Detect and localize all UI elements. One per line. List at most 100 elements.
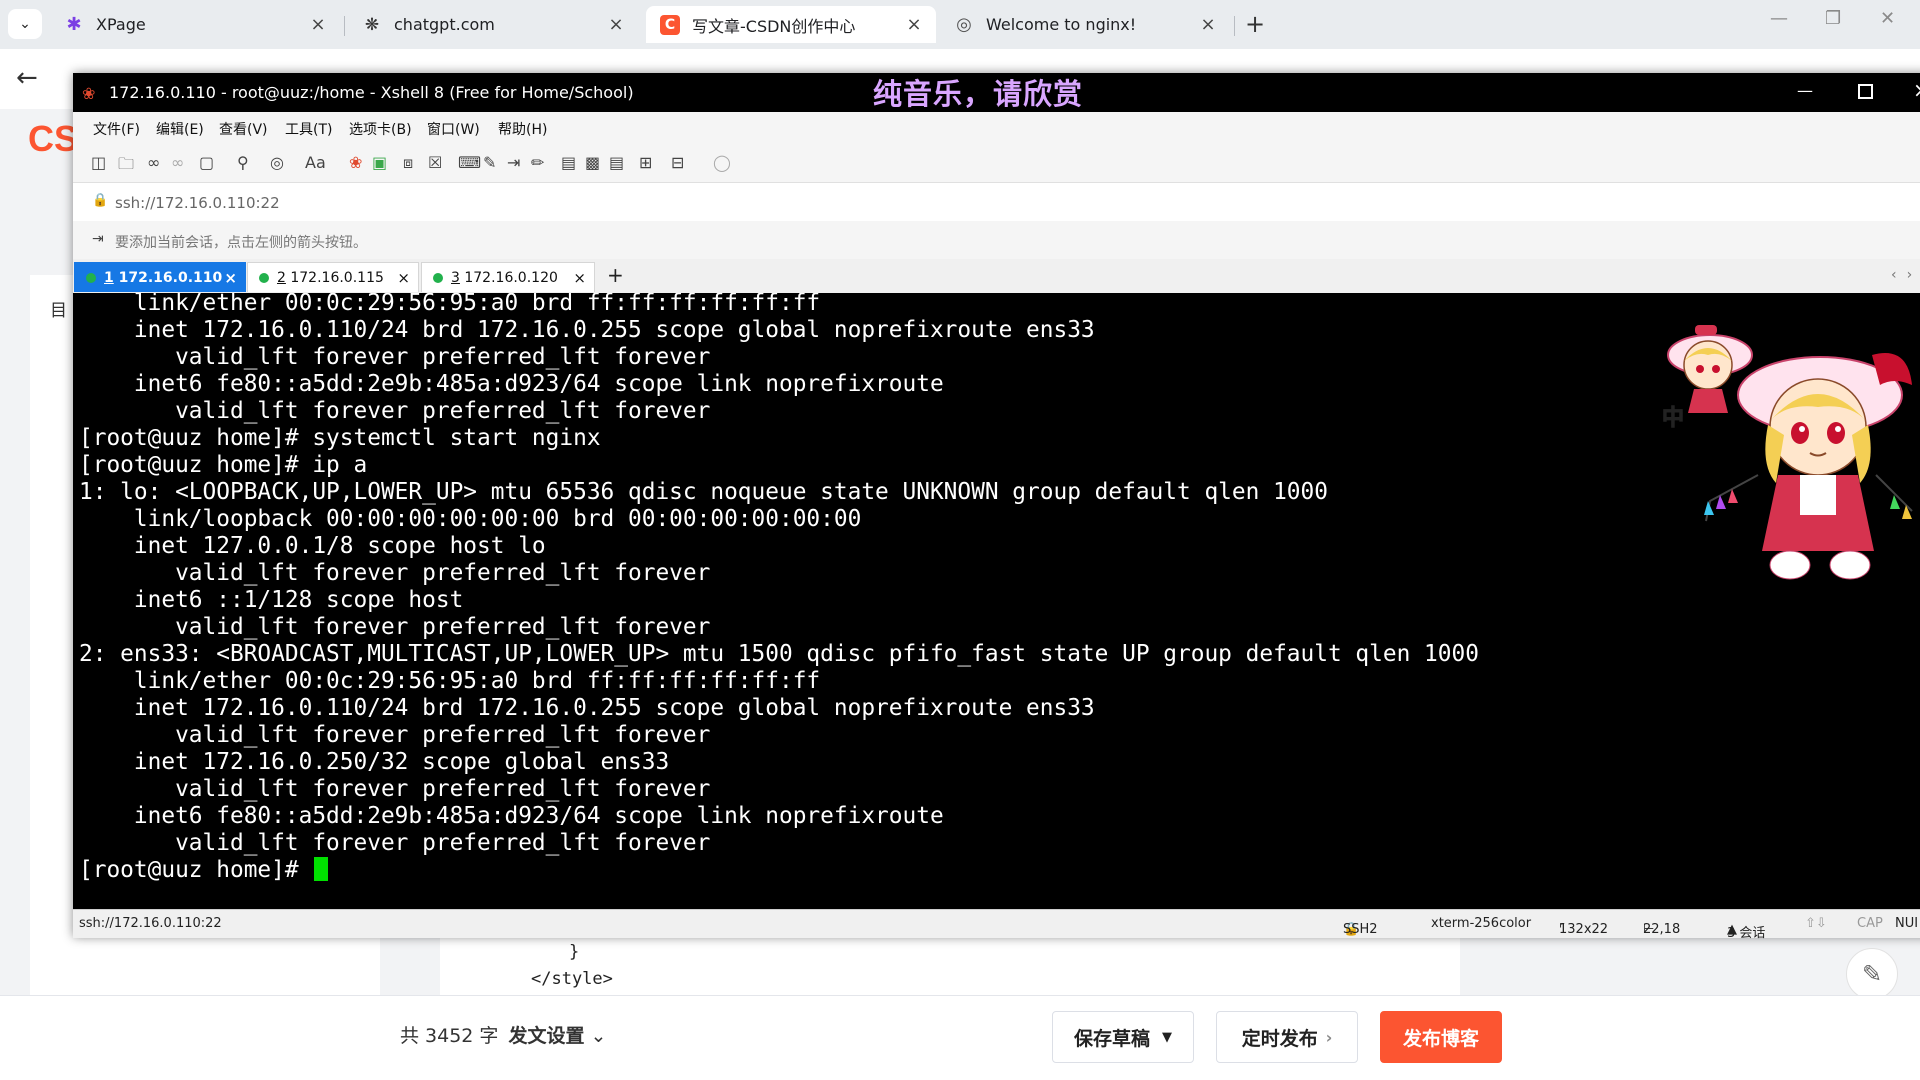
lock-icon: 🔒 xyxy=(92,193,109,208)
session-tab-strip: 1 172.16.0.110 × 2 172.16.0.115 × 3 172.… xyxy=(73,259,1920,293)
fullscreen-icon[interactable]: ⧈ xyxy=(403,153,413,173)
status-terminal-type: xterm-256color xyxy=(1431,916,1532,931)
terminal-line: [root@uuz home]# systemctl start nginx xyxy=(79,425,601,451)
status-bar: ssh://172.16.0.110:22 🔒 SSH2 xterm-256col… xyxy=(73,909,1920,941)
lock-icon[interactable]: ☒ xyxy=(428,153,442,172)
close-icon[interactable]: × xyxy=(573,269,586,287)
session-tab-label: 1 172.16.0.110 xyxy=(104,269,223,286)
large-character-icon xyxy=(1704,353,1913,580)
terminal-line: inet 127.0.0.1/8 scope host lo xyxy=(79,533,546,559)
terminal-line: valid_lft forever preferred_lft forever xyxy=(79,560,711,586)
new-session-icon[interactable]: ◫ xyxy=(91,153,106,172)
minimize-icon[interactable]: — xyxy=(1770,8,1788,29)
session-tab-label: 3 172.16.0.120 xyxy=(451,269,558,286)
toc-label: 目 xyxy=(50,301,67,321)
layout-icon[interactable]: ⊟ xyxy=(671,153,684,172)
notes-icon[interactable]: ▤ xyxy=(609,153,624,172)
session-address-bar[interactable]: 🔒 ssh://172.16.0.110:22 xyxy=(73,183,1920,222)
add-pane-icon[interactable]: ⊞ xyxy=(639,153,652,172)
upload-download-icon: ⇧⇩ xyxy=(1805,916,1827,931)
xftp-icon[interactable]: ▣ xyxy=(372,153,387,172)
publish-settings-link[interactable]: 发文设置 xyxy=(508,1025,584,1047)
browser-tab-nginx[interactable]: ◎ Welcome to nginx! × xyxy=(940,6,1230,43)
close-icon[interactable]: × xyxy=(1198,14,1218,35)
print-icon[interactable]: ▩ xyxy=(585,153,600,172)
transfer-icon[interactable]: ⇥ xyxy=(507,153,520,172)
keyboard-icon[interactable]: ⌨ xyxy=(458,153,481,172)
schedule-publish-button[interactable]: 定时发布 › xyxy=(1216,1011,1358,1063)
save-draft-button[interactable]: 保存草稿 ▼ xyxy=(1052,1011,1194,1063)
script-icon[interactable]: ✏ xyxy=(531,153,544,172)
terminal-line: inet6 fe80::a5dd:2e9b:485a:d923/64 scope… xyxy=(79,371,944,397)
chevron-right-icon: › xyxy=(1325,1027,1333,1047)
browser-tab-label: chatgpt.com xyxy=(394,15,495,34)
window-title: 172.16.0.110 - root@uuz:/home - Xshell 8… xyxy=(109,83,634,102)
open-folder-icon[interactable]: 🗀 xyxy=(118,153,134,180)
desktop-pet-character[interactable]: 中 xyxy=(1650,315,1920,605)
publish-button[interactable]: 发布博客 xyxy=(1380,1011,1502,1063)
close-icon[interactable]: × xyxy=(397,269,410,287)
link-icon[interactable]: ∞ xyxy=(147,153,160,172)
tab-list-button[interactable]: ⌄ xyxy=(8,9,42,39)
menu-help[interactable]: 帮助(H) xyxy=(498,119,547,139)
xshell-window: ❀ 172.16.0.110 - root@uuz:/home - Xshell… xyxy=(73,73,1920,941)
compose-icon[interactable]: ✎ xyxy=(483,153,496,172)
menu-file[interactable]: 文件(F) xyxy=(93,119,140,139)
csdn-logo[interactable]: CS xyxy=(28,118,78,160)
restore-icon[interactable]: ❐ xyxy=(1825,8,1841,29)
globe-icon[interactable]: ◎ xyxy=(270,153,284,172)
session-tab-2[interactable]: 2 172.16.0.115 × xyxy=(247,262,419,292)
terminal-line: 1: lo: <LOOPBACK,UP,LOWER_UP> mtu 65536 … xyxy=(79,479,1328,505)
close-icon[interactable]: × xyxy=(308,14,328,35)
menu-tabs[interactable]: 选项卡(B) xyxy=(349,119,412,139)
add-session-arrow-icon[interactable]: ⇥ xyxy=(92,231,104,247)
unlink-icon[interactable]: ∞ xyxy=(171,153,184,172)
menu-edit[interactable]: 编辑(E) xyxy=(156,119,204,139)
terminal-line: link/loopback 00:00:00:00:00:00 brd 00:0… xyxy=(79,506,862,532)
menu-bar: 文件(F) 编辑(E) 查看(V) 工具(T) 选项卡(B) 窗口(W) 帮助(… xyxy=(73,112,1920,144)
font-icon[interactable]: Aa xyxy=(305,153,326,172)
chevron-down-icon: ⌄ xyxy=(19,16,31,32)
window-icon[interactable]: ▢ xyxy=(199,153,214,172)
chat-icon[interactable]: ◯ xyxy=(713,153,731,172)
back-arrow-icon[interactable]: ← xyxy=(16,63,38,93)
search-icon[interactable]: ⚲ xyxy=(237,153,249,172)
session-tab-3[interactable]: 3 172.16.0.120 × xyxy=(421,262,595,292)
xshell-icon[interactable]: ❀ xyxy=(349,153,362,172)
browser-tab-chatgpt[interactable]: ❋ chatgpt.com × xyxy=(348,6,638,43)
maximize-icon[interactable] xyxy=(1858,84,1873,99)
menu-view[interactable]: 查看(V) xyxy=(219,119,268,139)
terminal[interactable]: link/ether 00:0c:29:56:95:a0 brd ff:ff:f… xyxy=(73,293,1920,909)
word-count: 共 3452 字发文设置 ⌄ xyxy=(400,1021,606,1048)
menu-window[interactable]: 窗口(W) xyxy=(427,119,480,139)
browser-tab-csdn[interactable]: C 写文章-CSDN创作中心 × xyxy=(646,6,936,43)
status-caps: CAP xyxy=(1857,916,1883,931)
close-icon[interactable]: × xyxy=(606,14,626,35)
music-banner: 纯音乐，请欣赏 xyxy=(873,77,1084,111)
globe-icon: ◎ xyxy=(956,14,972,35)
close-icon[interactable]: × xyxy=(904,14,924,35)
article-editor[interactable] xyxy=(440,930,1460,1000)
tab-scroll-arrows-icon[interactable]: ‹› xyxy=(1891,267,1920,283)
close-icon[interactable]: × xyxy=(224,269,237,287)
terminal-line: 2: ens33: <BROADCAST,MULTICAST,UP,LOWER_… xyxy=(79,641,1479,667)
terminal-line: inet 172.16.0.110/24 brd 172.16.0.255 sc… xyxy=(79,695,1095,721)
toolbar: ◫ 🗀 ∞ ∞ ▢ ⚲ ◎ Aa ❀ ▣ ⧈ ☒ ⌨ ✎ ⇥ ✏ ▤ ▩ ▤ ⊞… xyxy=(73,144,1920,183)
publish-footer xyxy=(0,995,1920,1080)
session-tab-1[interactable]: 1 172.16.0.110 × xyxy=(74,262,246,292)
minimize-icon[interactable]: — xyxy=(1797,81,1813,100)
tab-separator xyxy=(1234,16,1235,36)
new-tab-button[interactable]: + xyxy=(1245,10,1265,38)
new-session-tab-button[interactable]: + xyxy=(607,263,624,287)
terminal-line: inet 172.16.0.250/32 scope global ens33 xyxy=(79,749,670,775)
connected-status-icon xyxy=(259,272,269,283)
session-url: ssh://172.16.0.110:22 xyxy=(115,194,280,212)
close-window-icon[interactable]: ✕ xyxy=(1880,8,1895,29)
menu-tools[interactable]: 工具(T) xyxy=(285,119,332,139)
edit-icon[interactable]: ✎ xyxy=(1846,948,1898,1000)
terminal-line: inet6 ::1/128 scope host xyxy=(79,587,464,613)
browser-tab-xpage[interactable]: ✱ XPage × xyxy=(50,6,340,43)
close-icon[interactable]: × xyxy=(1913,78,1920,102)
log-icon[interactable]: ▤ xyxy=(561,153,576,172)
xshell-title-bar[interactable]: ❀ 172.16.0.110 - root@uuz:/home - Xshell… xyxy=(73,73,1920,112)
